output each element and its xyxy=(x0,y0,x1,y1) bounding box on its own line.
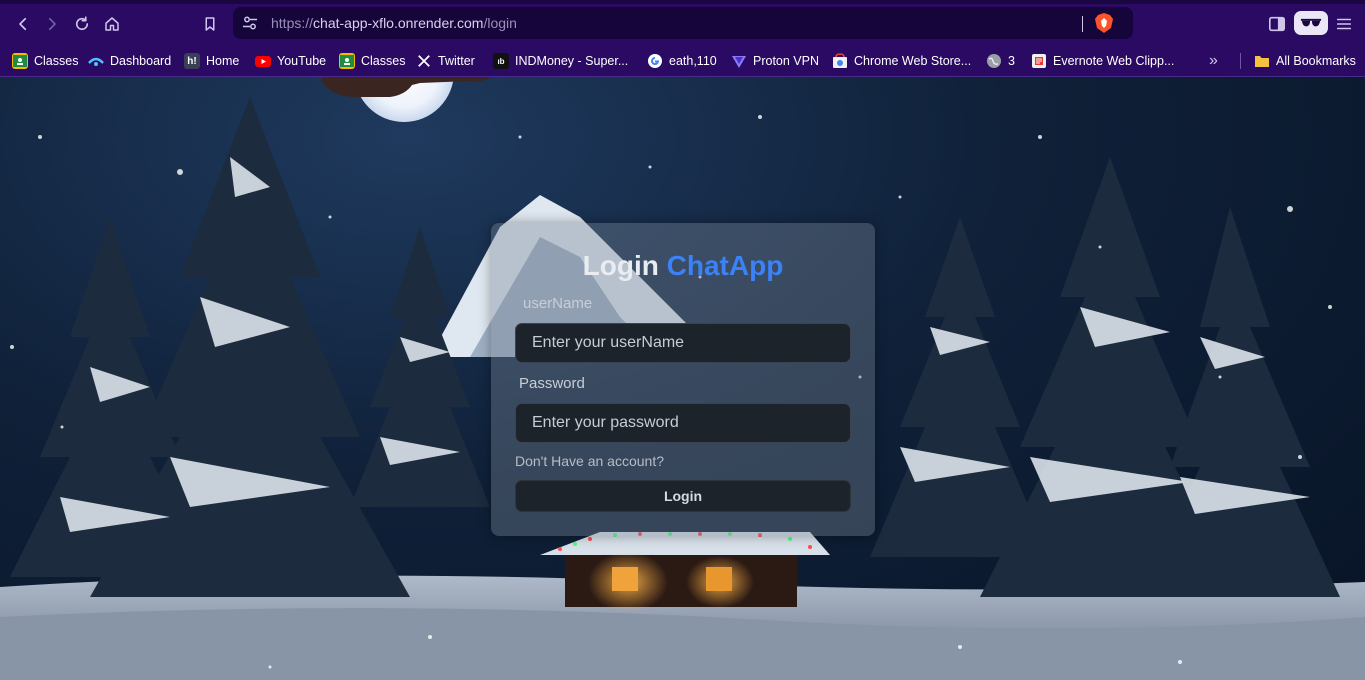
username-label: userName xyxy=(523,295,593,312)
protonvpn-icon xyxy=(731,53,747,69)
bookmark-youtube[interactable]: YouTube xyxy=(255,50,326,72)
bookmark-google-eath[interactable]: eath,110 xyxy=(647,50,717,72)
bookmark-chrome-web-store[interactable]: Chrome Web Store... xyxy=(832,50,971,72)
address-divider xyxy=(1082,16,1083,32)
signup-link[interactable]: Don't Have an account? xyxy=(515,453,664,469)
classroom-icon xyxy=(339,53,355,69)
bookmark-evernote[interactable]: Evernote Web Clipp... xyxy=(1031,50,1174,72)
bookmark-twitter[interactable]: Twitter xyxy=(416,50,475,72)
bookmark-label: 3 xyxy=(1008,54,1015,68)
bookmark-label: Evernote Web Clipp... xyxy=(1053,54,1175,68)
sidebar-icon[interactable] xyxy=(1266,13,1288,35)
indmoney-icon: ıb xyxy=(493,53,509,69)
bookmark-label: Twitter xyxy=(438,54,475,68)
bookmark-label: Chrome Web Store... xyxy=(854,54,972,68)
bookmark-globe-3[interactable]: 3 xyxy=(986,50,1015,72)
bookmark-label: Home xyxy=(206,54,240,68)
username-input[interactable] xyxy=(515,323,851,363)
folder-icon xyxy=(1254,53,1270,69)
all-bookmarks-button[interactable]: All Bookmarks xyxy=(1254,50,1356,72)
youtube-icon xyxy=(255,53,271,69)
password-label: Password xyxy=(519,375,585,392)
bookmark-label: Classes xyxy=(34,54,79,68)
evernote-icon xyxy=(1031,53,1047,69)
login-title-main: Login xyxy=(582,250,659,281)
menu-icon[interactable] xyxy=(1333,13,1355,35)
url-text[interactable]: https://chat-app-xflo.onrender.com/login xyxy=(271,15,517,31)
dashboard-icon xyxy=(88,53,104,69)
bookmark-label: YouTube xyxy=(277,54,327,68)
url-host: chat-app-xflo.onrender.com xyxy=(313,15,484,31)
password-input[interactable] xyxy=(515,403,851,443)
login-page: Login ChatApp userName Password Don't Ha… xyxy=(0,77,1365,680)
globe-icon xyxy=(986,53,1002,69)
bookmark-label: Proton VPN xyxy=(753,54,820,68)
classroom-icon xyxy=(12,53,28,69)
bookmarks-overflow-button[interactable]: » xyxy=(1209,50,1218,72)
x-icon xyxy=(416,53,432,69)
bookmarks-divider xyxy=(1240,53,1241,69)
bookmark-label: INDMoney - Super... xyxy=(515,54,629,68)
google-icon xyxy=(647,53,663,69)
url-path: /login xyxy=(483,15,517,31)
private-glasses-icon[interactable] xyxy=(1294,11,1328,35)
login-title: Login ChatApp xyxy=(491,250,875,282)
forward-icon[interactable] xyxy=(41,13,63,35)
bookmark-classes-2[interactable]: Classes xyxy=(339,50,405,72)
h-icon: h! xyxy=(184,53,200,69)
login-button[interactable]: Login xyxy=(515,480,851,512)
bookmark-protonvpn[interactable]: Proton VPN xyxy=(731,50,819,72)
webstore-icon xyxy=(832,53,848,69)
bookmark-label: Classes xyxy=(361,54,406,68)
login-card: Login ChatApp userName Password Don't Ha… xyxy=(491,223,875,536)
bookmark-label: Dashboard xyxy=(110,54,172,68)
home-icon[interactable] xyxy=(101,13,123,35)
site-settings-icon[interactable] xyxy=(242,15,258,31)
all-bookmarks-label: All Bookmarks xyxy=(1276,54,1356,68)
login-title-accent: ChatApp xyxy=(666,250,784,281)
bookmark-classes-1[interactable]: Classes xyxy=(12,50,78,72)
bookmark-home[interactable]: h! Home xyxy=(184,50,239,72)
bookmarks-overflow-label: » xyxy=(1209,52,1218,69)
bookmark-label: eath,110 xyxy=(669,54,717,68)
bookmark-dashboard[interactable]: Dashboard xyxy=(88,50,171,72)
browser-toolbar: https://chat-app-xflo.onrender.com/login xyxy=(0,0,1365,44)
bookmark-indmoney[interactable]: ıb INDMoney - Super... xyxy=(493,50,628,72)
reload-icon[interactable] xyxy=(71,13,93,35)
url-scheme: https:// xyxy=(271,15,314,31)
address-bar[interactable]: https://chat-app-xflo.onrender.com/login xyxy=(233,7,1133,39)
back-icon[interactable] xyxy=(12,13,34,35)
bookmark-icon[interactable] xyxy=(199,13,221,35)
brave-shield-icon[interactable] xyxy=(1094,12,1114,34)
bookmarks-bar: Classes Dashboard h! Home YouTube Classe… xyxy=(0,44,1365,77)
